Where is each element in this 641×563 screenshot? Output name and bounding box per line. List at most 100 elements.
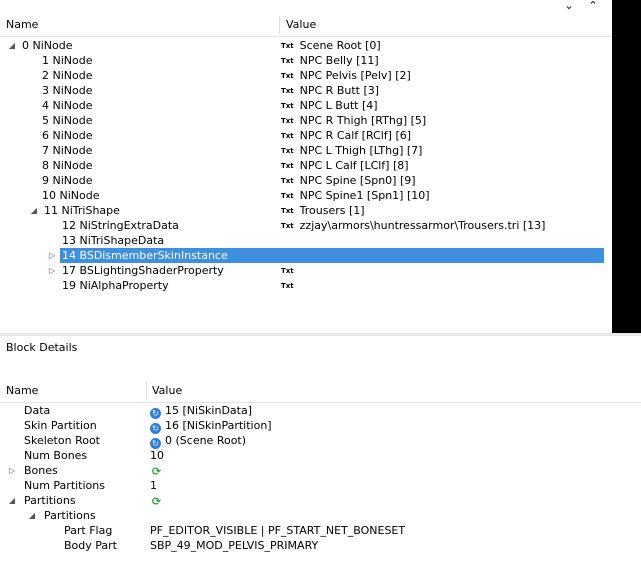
tree-row[interactable]: ◢ 0 NiNode Txt Scene Root [0] bbox=[0, 38, 604, 53]
tree-row-name: 10 NiNode bbox=[42, 189, 100, 202]
tree-row-name: 13 NiTriShapeData bbox=[62, 234, 165, 247]
details-row-name: Bones bbox=[24, 464, 58, 477]
expand-arrow-icon[interactable]: ▷ bbox=[48, 248, 56, 263]
text-type-icon: Txt bbox=[281, 102, 294, 110]
tree-row[interactable]: 12 NiStringExtraData Txt zzjay\armors\hunt… bbox=[0, 218, 604, 233]
collapse-all-icon[interactable]: ⌄ bbox=[562, 0, 576, 14]
details-row-value: PF_EDITOR_VISIBLE | PF_START_NET_BONESET bbox=[150, 523, 405, 538]
details-row-value-text: 10 bbox=[150, 449, 164, 462]
tree-row[interactable]: 10 NiNode Txt NPC Spine1 [Spn1] [10] bbox=[0, 188, 604, 203]
details-header-value[interactable]: Value bbox=[146, 380, 182, 402]
details-row[interactable]: Data ↻ 15 [NiSkinData] bbox=[0, 403, 641, 419]
collapse-arrow-icon[interactable]: ◢ bbox=[30, 203, 38, 218]
details-row[interactable]: Skin Partition ↻ 16 [NiSkinPartition] bbox=[0, 418, 641, 434]
array-update-icon[interactable]: ⟳ bbox=[150, 496, 163, 507]
details-row-value: ↻ 16 [NiSkinPartition] bbox=[150, 418, 272, 434]
tree-row[interactable]: 7 NiNode Txt NPC L Thigh [LThg] [7] bbox=[0, 143, 604, 158]
text-type-icon: Txt bbox=[281, 57, 294, 65]
collapse-arrow-icon[interactable]: ◢ bbox=[8, 38, 16, 53]
tree-row[interactable]: ▷ 14 BSDismemberSkinInstance bbox=[49, 248, 604, 263]
expand-all-icon[interactable]: ⌃ bbox=[586, 0, 600, 14]
tree-row-name: 3 NiNode bbox=[42, 84, 93, 97]
details-row[interactable]: Body Part SBP_49_MOD_PELVIS_PRIMARY bbox=[0, 538, 641, 553]
tree-row[interactable]: 6 NiNode Txt NPC R Calf [RClf] [6] bbox=[0, 128, 604, 143]
text-type-icon: Txt bbox=[281, 177, 294, 185]
details-row-value-text: 0 (Scene Root) bbox=[165, 434, 247, 447]
details-row-value: 10 bbox=[150, 448, 164, 463]
text-type-icon: Txt bbox=[281, 72, 294, 80]
tree-row-value-text: NPC Belly [11] bbox=[299, 54, 379, 67]
details-row-value-text: 16 [NiSkinPartition] bbox=[165, 419, 272, 432]
tree-row-value-text: NPC L Calf [LClf] [8] bbox=[299, 159, 409, 172]
tree-row[interactable]: 8 NiNode Txt NPC L Calf [LClf] [8] bbox=[0, 158, 604, 173]
text-type-icon: Txt bbox=[281, 192, 294, 200]
details-row-value: ↻ 0 (Scene Root) bbox=[150, 433, 246, 449]
tree-header-value[interactable]: Value bbox=[280, 14, 316, 36]
details-row-value: 1 bbox=[150, 478, 157, 493]
expand-arrow-icon[interactable]: ▷ bbox=[48, 263, 56, 278]
details-row[interactable]: Skeleton Root ↻ 0 (Scene Root) bbox=[0, 433, 641, 449]
render-viewport[interactable] bbox=[612, 0, 641, 333]
details-row-value-text: 15 [NiSkinData] bbox=[165, 404, 253, 417]
tree-row[interactable]: 19 NiAlphaProperty Txt bbox=[0, 278, 604, 293]
expand-arrow-icon[interactable]: ▷ bbox=[8, 463, 16, 478]
block-tree-pane: Name Value ◢ 0 NiNode Txt Scene Root [0] 1 N… bbox=[0, 0, 612, 333]
details-row-name: Skin Partition bbox=[24, 419, 97, 432]
text-type-icon: Txt bbox=[281, 117, 294, 125]
tree-header: Name Value bbox=[0, 14, 612, 37]
details-row-value-text: PF_EDITOR_VISIBLE | PF_START_NET_BONESET bbox=[150, 524, 406, 537]
text-type-icon: Txt bbox=[281, 222, 294, 230]
tree-row-name: 12 NiStringExtraData bbox=[62, 219, 179, 232]
tree-row-value-text: Trousers [1] bbox=[299, 204, 365, 217]
details-row-value-text: SBP_49_MOD_PELVIS_PRIMARY bbox=[150, 539, 319, 552]
tree-row-name: 0 NiNode bbox=[22, 39, 73, 52]
tree-row[interactable]: 9 NiNode Txt NPC Spine [Spn0] [9] bbox=[0, 173, 604, 188]
text-type-icon: Txt bbox=[281, 162, 294, 170]
tree-row-name: 14 BSDismemberSkinInstance bbox=[62, 249, 228, 262]
tree-row[interactable]: 4 NiNode Txt NPC L Butt [4] bbox=[0, 98, 604, 113]
details-row-value-text: 1 bbox=[150, 479, 157, 492]
tree-row-value-text: NPC Pelvis [Pelv] [2] bbox=[299, 69, 411, 82]
tree-row-name: 7 NiNode bbox=[42, 144, 93, 157]
tree-row[interactable]: 5 NiNode Txt NPC R Thigh [RThg] [5] bbox=[0, 113, 604, 128]
details-row-name: Data bbox=[24, 404, 51, 417]
tree-row-name: 11 NiTriShape bbox=[44, 204, 120, 217]
array-update-icon[interactable]: ⟳ bbox=[150, 466, 163, 477]
tree-row[interactable]: 1 NiNode Txt NPC Belly [11] bbox=[0, 53, 604, 68]
tree-header-name[interactable]: Name bbox=[0, 14, 38, 36]
tree-row[interactable]: 2 NiNode Txt NPC Pelvis [Pelv] [2] bbox=[0, 68, 604, 83]
pane-splitter[interactable] bbox=[0, 333, 641, 336]
tree-row-value-text: NPC R Thigh [RThg] [5] bbox=[299, 114, 427, 127]
collapse-arrow-icon[interactable]: ◢ bbox=[28, 508, 36, 523]
tree-row-name: 4 NiNode bbox=[42, 99, 93, 112]
tree-row-value-text: NPC Spine1 [Spn1] [10] bbox=[299, 189, 430, 202]
viewport-controls: ⌄ ⌃ bbox=[558, 0, 608, 14]
details-row-name: Body Part bbox=[64, 539, 117, 552]
text-type-icon: Txt bbox=[281, 42, 294, 50]
text-type-icon: Txt bbox=[281, 147, 294, 155]
details-row-value: SBP_49_MOD_PELVIS_PRIMARY bbox=[150, 538, 318, 553]
tree-row-name: 1 NiNode bbox=[42, 54, 93, 67]
text-type-icon: Txt bbox=[281, 267, 294, 275]
details-row-name: Part Flag bbox=[64, 524, 113, 537]
details-row[interactable]: Num Partitions 1 bbox=[0, 478, 641, 493]
tree-row[interactable]: ◢ 11 NiTriShape Txt Trousers [1] bbox=[0, 203, 604, 218]
details-row[interactable]: Part Flag PF_EDITOR_VISIBLE | PF_START_NE… bbox=[0, 523, 641, 538]
details-row-name: Partitions bbox=[24, 494, 76, 507]
details-row[interactable]: ◢ Partitions bbox=[0, 508, 641, 523]
details-row[interactable]: ▷ Bones ⟳ bbox=[0, 463, 641, 478]
details-header-name[interactable]: Name bbox=[0, 380, 38, 402]
details-row[interactable]: Num Bones 10 bbox=[0, 448, 641, 463]
details-row-value: ⟳ bbox=[150, 463, 163, 478]
tree-row[interactable]: ▷ 17 BSLightingShaderProperty Txt bbox=[0, 263, 604, 278]
tree-row[interactable]: 3 NiNode Txt NPC R Butt [3] bbox=[0, 83, 604, 98]
tree-row-name: 8 NiNode bbox=[42, 159, 93, 172]
block-details-pane: Name Value Data ↻ 15 [NiSkinData] Skin Part… bbox=[0, 380, 641, 563]
details-row[interactable]: ◢ Partitions ⟳ bbox=[0, 493, 641, 508]
tree-row[interactable]: 13 NiTriShapeData bbox=[0, 233, 604, 248]
collapse-arrow-icon[interactable]: ◢ bbox=[8, 493, 16, 508]
text-type-icon: Txt bbox=[281, 282, 294, 290]
tree-row-value-text: NPC R Butt [3] bbox=[299, 84, 380, 97]
tree-row-value-text: NPC L Butt [4] bbox=[299, 99, 378, 112]
tree-row-name: 2 NiNode bbox=[42, 69, 93, 82]
